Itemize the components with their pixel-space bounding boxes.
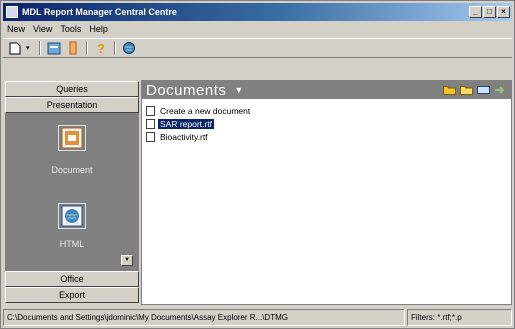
file-label: SAR report.rtf xyxy=(158,119,214,129)
new-document-icon xyxy=(146,106,155,116)
file-row-create-new[interactable]: Create a new document xyxy=(146,105,252,117)
file-row-bioactivity[interactable]: Bioactivity.rtf xyxy=(146,131,252,143)
app-icon xyxy=(6,6,18,18)
sidebar-group-export[interactable]: Export xyxy=(5,287,139,303)
file-label: Create a new document xyxy=(160,106,251,116)
toolbar-separator xyxy=(39,41,41,55)
sidebar-group-presentation[interactable]: Presentation xyxy=(5,97,139,113)
toolbar-separator xyxy=(86,41,88,55)
file-row-sar-report[interactable]: SAR report.rtf xyxy=(146,118,252,130)
menu-view[interactable]: View xyxy=(33,24,52,34)
documents-pane: Documents ▼ Create a new document SAR re… xyxy=(141,80,512,305)
arrow-right-icon[interactable] xyxy=(493,84,507,96)
close-button[interactable]: × xyxy=(497,6,510,18)
document-icon xyxy=(58,125,86,151)
sidebar: Queries Presentation Document HTML ▼ Off… xyxy=(5,81,139,305)
rtf-document-icon xyxy=(146,132,155,142)
status-path: C:\Documents and Settings\jdominic\My Do… xyxy=(3,309,405,326)
menu-help[interactable]: Help xyxy=(89,24,108,34)
sidebar-group-office[interactable]: Office xyxy=(5,271,139,287)
rtf-document-icon xyxy=(146,119,155,129)
toolbar: ▾ ? xyxy=(3,38,512,58)
chevron-down-icon[interactable]: ▼ xyxy=(234,85,243,95)
window-title: MDL Report Manager Central Centre xyxy=(22,7,177,17)
sidebar-item-label: HTML xyxy=(59,239,85,249)
folder-icon[interactable] xyxy=(442,84,456,96)
help-icon[interactable]: ? xyxy=(93,40,109,56)
menu-tools[interactable]: Tools xyxy=(60,24,81,34)
dropdown-arrow-icon[interactable]: ▾ xyxy=(26,40,34,56)
minimize-button[interactable]: _ xyxy=(469,6,482,18)
script-icon[interactable] xyxy=(65,40,81,56)
sidebar-presentation-panel: Document HTML ▼ xyxy=(5,113,139,271)
new-document-icon[interactable] xyxy=(7,40,23,56)
toolbar-separator xyxy=(114,41,116,55)
menu-new[interactable]: New xyxy=(7,24,25,34)
sidebar-item-html[interactable]: HTML xyxy=(5,203,139,249)
file-list: Create a new document SAR report.rtf Bio… xyxy=(146,105,252,144)
view-icon[interactable] xyxy=(476,84,490,96)
documents-header: Documents ▼ xyxy=(142,81,511,99)
sidebar-scroll-down-button[interactable]: ▼ xyxy=(121,255,133,266)
documents-title: Documents xyxy=(146,81,227,99)
status-filter: Filters: *.rtf;*.p xyxy=(407,309,512,326)
open-folder-icon[interactable] xyxy=(459,84,473,96)
sidebar-group-queries[interactable]: Queries xyxy=(5,81,139,97)
html-icon xyxy=(58,203,86,229)
title-bar[interactable]: MDL Report Manager Central Centre _ □ × xyxy=(3,3,512,21)
globe-icon[interactable] xyxy=(121,40,137,56)
svg-text:?: ? xyxy=(97,41,105,55)
sidebar-item-document[interactable]: Document xyxy=(5,125,139,175)
file-label: Bioactivity.rtf xyxy=(160,132,208,142)
status-bar: C:\Documents and Settings\jdominic\My Do… xyxy=(3,309,512,326)
report-icon[interactable] xyxy=(46,40,62,56)
menu-bar: New View Tools Help xyxy=(3,22,512,36)
app-window: MDL Report Manager Central Centre _ □ × … xyxy=(0,0,515,329)
maximize-button[interactable]: □ xyxy=(483,6,496,18)
sidebar-item-label: Document xyxy=(51,165,93,175)
